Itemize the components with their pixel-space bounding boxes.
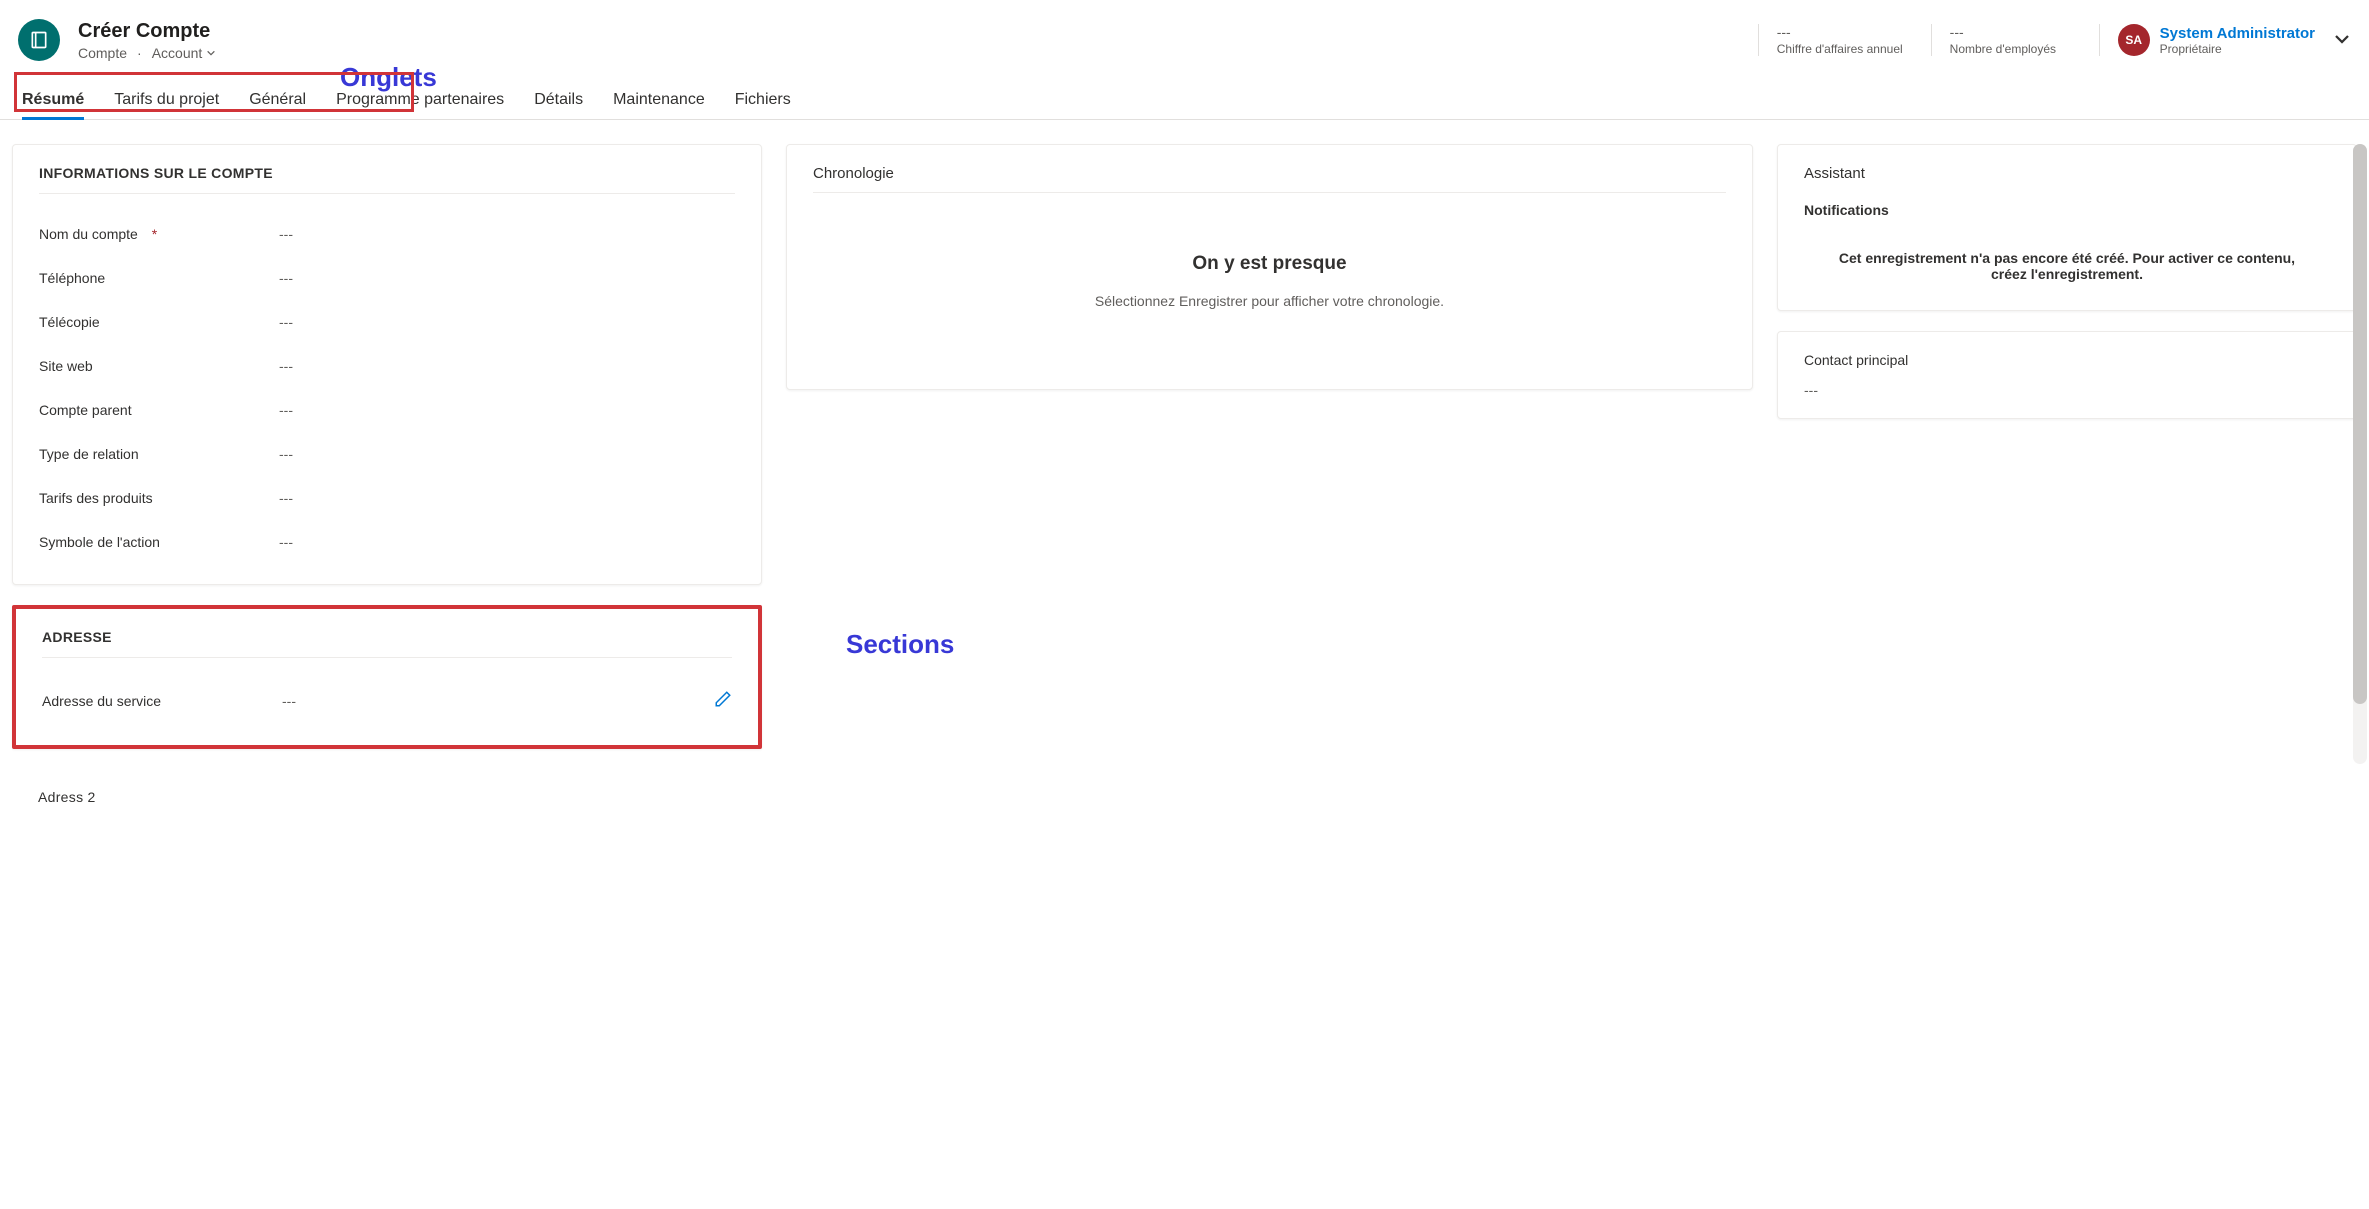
contact-label: Contact principal xyxy=(1804,352,2330,368)
stat-employees[interactable]: --- Nombre d'employés xyxy=(1931,24,2071,56)
contact-value[interactable]: --- xyxy=(1804,382,2330,398)
field-nom-compte[interactable]: Nom du compte * --- xyxy=(39,212,735,256)
section-title-account-info: INFORMATIONS SUR LE COMPTE xyxy=(39,165,735,194)
field-telecopie[interactable]: Télécopie --- xyxy=(39,300,735,344)
tab-maintenance[interactable]: Maintenance xyxy=(613,91,705,119)
card-timeline: Chronologie On y est presque Sélectionne… xyxy=(786,144,1753,390)
breadcrumb-record[interactable]: Account xyxy=(152,45,217,61)
section-title-adresse-2: Adress 2 xyxy=(38,789,736,817)
tab-programme-partenaires[interactable]: Programme partenaires xyxy=(336,91,504,119)
breadcrumb-separator: · xyxy=(137,45,142,61)
field-site-web[interactable]: Site web --- xyxy=(39,344,735,388)
tabs-container: Résumé Tarifs du projet Général Programm… xyxy=(0,72,2369,120)
assistant-title: Assistant xyxy=(1804,165,2330,182)
assistant-sub: Notifications xyxy=(1804,202,2330,218)
page-title: Créer Compte xyxy=(78,20,216,43)
timeline-message: Sélectionnez Enregistrer pour afficher v… xyxy=(1095,293,1444,309)
owner-block[interactable]: SA System Administrator Propriétaire xyxy=(2099,24,2351,56)
column-middle: Chronologie On y est presque Sélectionne… xyxy=(786,144,1753,1185)
main-content: INFORMATIONS SUR LE COMPTE Nom du compte… xyxy=(0,120,2369,1209)
annotation-sections: Sections xyxy=(846,629,954,660)
tab-resume[interactable]: Résumé xyxy=(22,91,84,119)
breadcrumb-entity[interactable]: Compte xyxy=(78,45,127,61)
tab-general[interactable]: Général xyxy=(249,91,306,119)
entity-icon xyxy=(18,19,60,61)
column-right: Assistant Notifications Cet enregistreme… xyxy=(1777,144,2357,1185)
card-adresse-2: Adress 2 xyxy=(12,769,762,837)
timeline-heading: On y est presque xyxy=(1192,253,1346,275)
edit-icon[interactable] xyxy=(714,690,732,711)
field-adresse-service[interactable]: Adresse du service --- xyxy=(42,676,732,725)
card-account-info: INFORMATIONS SUR LE COMPTE Nom du compte… xyxy=(12,144,762,585)
breadcrumb: Compte · Account xyxy=(78,45,216,61)
assistant-message: Cet enregistrement n'a pas encore été cr… xyxy=(1804,242,2330,290)
field-type-relation[interactable]: Type de relation --- xyxy=(39,432,735,476)
avatar: SA xyxy=(2118,24,2150,56)
tabs-bar: Résumé Tarifs du projet Général Programm… xyxy=(0,72,2369,120)
tab-details[interactable]: Détails xyxy=(534,91,583,119)
owner-name: System Administrator xyxy=(2160,25,2315,42)
required-indicator: * xyxy=(152,226,157,242)
expand-header-button[interactable] xyxy=(2333,30,2351,51)
column-left: INFORMATIONS SUR LE COMPTE Nom du compte… xyxy=(12,144,762,1185)
chevron-down-icon xyxy=(206,48,216,58)
stat-revenue[interactable]: --- Chiffre d'affaires annuel xyxy=(1758,24,1903,56)
field-telephone[interactable]: Téléphone --- xyxy=(39,256,735,300)
field-symbole-action[interactable]: Symbole de l'action --- xyxy=(39,520,735,564)
field-tarifs-produits[interactable]: Tarifs des produits --- xyxy=(39,476,735,520)
card-adresse: ADRESSE Adresse du service --- xyxy=(12,605,762,749)
section-title-adresse: ADRESSE xyxy=(42,629,732,658)
owner-label: Propriétaire xyxy=(2160,42,2315,56)
card-contact-principal: Contact principal --- xyxy=(1777,331,2357,419)
tab-tarifs-projet[interactable]: Tarifs du projet xyxy=(114,91,219,119)
scrollbar-thumb[interactable] xyxy=(2353,144,2367,704)
header-stats: --- Chiffre d'affaires annuel --- Nombre… xyxy=(1758,24,2351,56)
card-assistant: Assistant Notifications Cet enregistreme… xyxy=(1777,144,2357,311)
field-compte-parent[interactable]: Compte parent --- xyxy=(39,388,735,432)
tab-fichiers[interactable]: Fichiers xyxy=(735,91,791,119)
page-header: Créer Compte Compte · Account --- Chiffr… xyxy=(0,0,2369,72)
timeline-title: Chronologie xyxy=(813,165,1726,193)
scrollbar[interactable] xyxy=(2353,144,2367,764)
